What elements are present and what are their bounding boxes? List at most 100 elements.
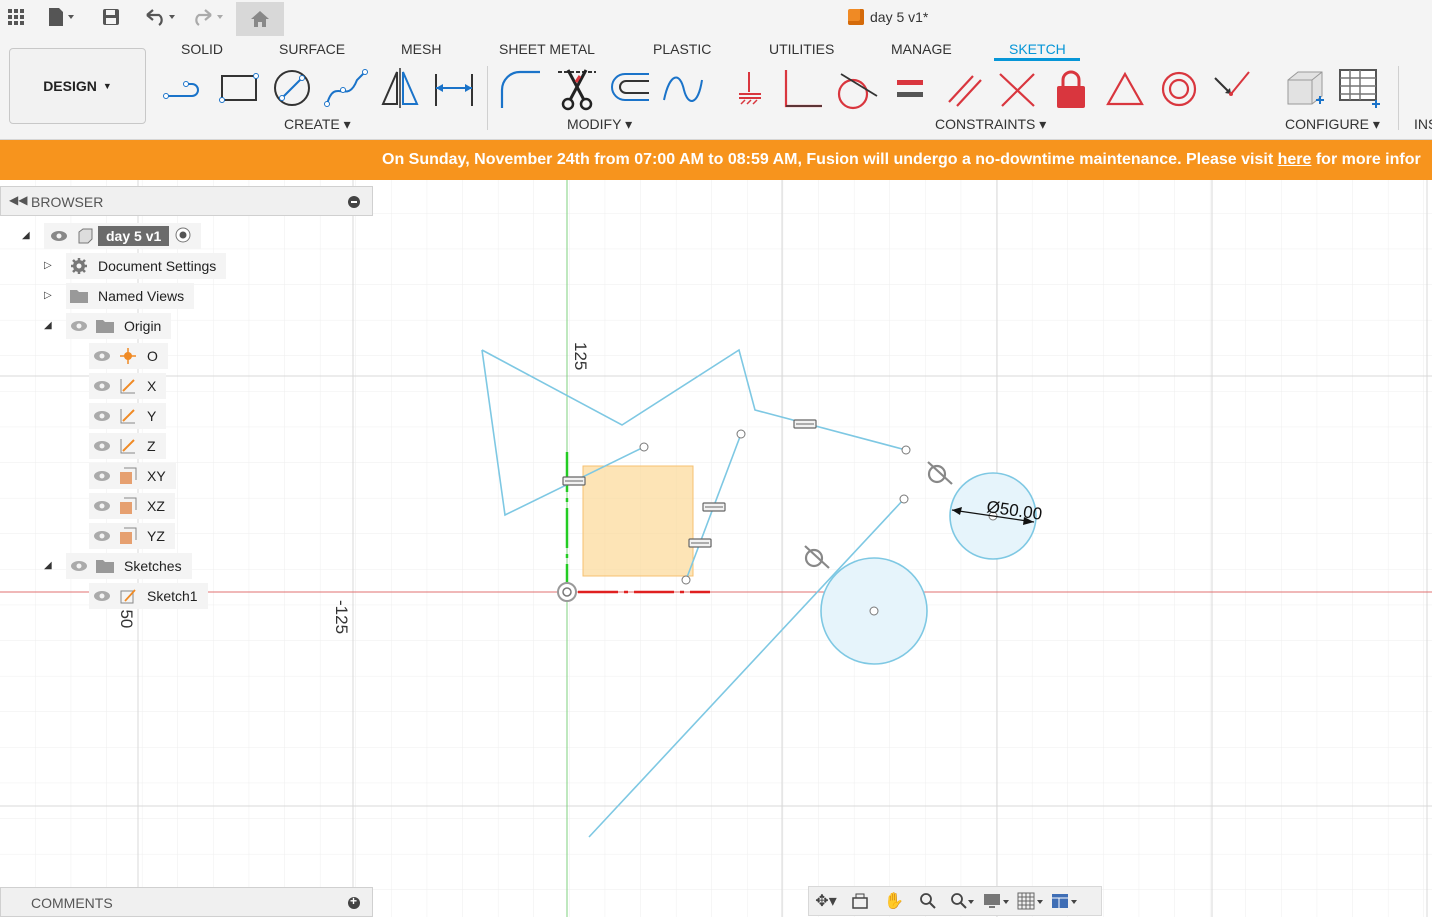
tangent-constraint-icon[interactable]: [833, 66, 879, 112]
midpoint-constraint-icon[interactable]: [1209, 66, 1255, 112]
active-radio-icon[interactable]: [175, 227, 191, 246]
collinear-constraint-icon[interactable]: [994, 66, 1040, 112]
tab-sheet-metal[interactable]: SHEET METAL: [499, 41, 595, 57]
expand-triangle-icon[interactable]: ◢: [22, 230, 30, 241]
browser-item-xz-plane[interactable]: XZ: [89, 493, 175, 519]
viewports-icon[interactable]: [1047, 888, 1081, 914]
tab-solid[interactable]: SOLID: [181, 41, 223, 57]
eye-icon[interactable]: [91, 495, 113, 517]
sketch-point[interactable]: [736, 429, 746, 439]
eye-icon[interactable]: [91, 585, 113, 607]
sketch-point[interactable]: [639, 442, 649, 452]
apps-grid-icon[interactable]: [6, 4, 26, 30]
tab-manage[interactable]: MANAGE: [891, 41, 952, 57]
zoom-icon[interactable]: [911, 888, 945, 914]
redo-icon[interactable]: [188, 4, 228, 30]
eye-icon[interactable]: [91, 465, 113, 487]
document-title-text: day 5 v1*: [870, 9, 929, 25]
circle-tool-icon[interactable]: [269, 66, 315, 112]
eye-icon[interactable]: [91, 375, 113, 397]
dimension-tool-icon[interactable]: [431, 66, 477, 112]
home-button[interactable]: [236, 2, 284, 36]
browser-item-y-axis[interactable]: Y: [89, 403, 167, 429]
sketch-curve-tool-icon[interactable]: [660, 66, 706, 112]
sketch-point[interactable]: [681, 575, 691, 585]
spline-tool-icon[interactable]: [323, 66, 369, 112]
eye-icon[interactable]: [91, 435, 113, 457]
comments-panel[interactable]: COMMENTS: [0, 887, 373, 917]
offset-tool-icon[interactable]: [607, 66, 653, 112]
configure-cube-icon[interactable]: [1282, 66, 1328, 112]
fillet-tool-icon[interactable]: [498, 66, 544, 112]
display-settings-icon[interactable]: [979, 888, 1013, 914]
tab-mesh[interactable]: MESH: [401, 41, 441, 57]
fit-zoom-icon[interactable]: [945, 888, 979, 914]
constraints-menu[interactable]: CONSTRAINTS ▾: [935, 116, 1046, 133]
browser-item-origin[interactable]: Origin: [66, 313, 172, 339]
sketch-point[interactable]: [901, 445, 911, 455]
mirror-tool-icon[interactable]: [377, 66, 423, 112]
rectangle-tool-icon[interactable]: [216, 66, 262, 112]
minimize-panel-button[interactable]: [348, 196, 360, 208]
grid-settings-icon[interactable]: [1013, 888, 1047, 914]
concentric-constraint-icon[interactable]: [1156, 66, 1202, 112]
browser-item-z-axis[interactable]: Z: [89, 433, 166, 459]
browser-item-xy-plane[interactable]: XY: [89, 463, 176, 489]
trim-tool-icon[interactable]: [554, 66, 600, 112]
pan-hand-icon[interactable]: ✋: [877, 888, 911, 914]
sketch-point[interactable]: [899, 494, 909, 504]
orbit-icon[interactable]: ✥▾: [809, 888, 843, 914]
eye-icon[interactable]: [91, 345, 113, 367]
save-icon[interactable]: [100, 4, 122, 30]
line-tool-icon[interactable]: [162, 66, 208, 112]
collapsed-triangle-icon[interactable]: ▷: [44, 260, 52, 271]
browser-panel-header[interactable]: ◀◀ BROWSER: [0, 186, 373, 216]
browser-root-item[interactable]: day 5 v1: [44, 223, 202, 249]
sketch-profile-fill[interactable]: [582, 465, 694, 577]
modify-menu[interactable]: MODIFY ▾: [567, 116, 632, 133]
sketch-canvas[interactable]: Ø50.00: [0, 180, 1432, 917]
browser-item-origin-point[interactable]: O: [89, 343, 168, 369]
browser-item-label: XY: [147, 468, 166, 484]
circle-center-point[interactable]: [869, 606, 879, 616]
browser-item-yz-plane[interactable]: YZ: [89, 523, 175, 549]
fix-lock-constraint-icon[interactable]: [1048, 66, 1094, 112]
expand-triangle-icon[interactable]: ◢: [44, 560, 52, 571]
tab-surface[interactable]: SURFACE: [279, 41, 345, 57]
create-menu[interactable]: CREATE ▾: [284, 116, 351, 133]
add-comment-button[interactable]: [348, 894, 360, 909]
file-icon[interactable]: [44, 4, 78, 30]
gear-icon: [68, 255, 90, 277]
eye-icon[interactable]: [91, 405, 113, 427]
tab-plastic[interactable]: PLASTIC: [653, 41, 711, 57]
look-at-icon[interactable]: [843, 888, 877, 914]
browser-item-x-axis[interactable]: X: [89, 373, 167, 399]
browser-item-document-settings[interactable]: Document Settings: [66, 253, 227, 279]
axis-label-left-inner: -125: [332, 600, 351, 635]
eye-icon[interactable]: [48, 225, 70, 247]
equal-constraint-icon[interactable]: [887, 66, 933, 112]
eye-icon[interactable]: [68, 555, 90, 577]
browser-item-sketches[interactable]: Sketches: [66, 553, 192, 579]
browser-item-label: Sketches: [124, 558, 182, 574]
expand-triangle-icon[interactable]: ◢: [44, 320, 52, 331]
tab-sketch[interactable]: SKETCH: [1009, 41, 1066, 57]
workspace-switcher[interactable]: DESIGN ▼: [9, 48, 146, 124]
tab-utilities[interactable]: UTILITIES: [769, 41, 834, 57]
eye-icon[interactable]: [91, 525, 113, 547]
folder-icon: [94, 315, 116, 337]
insert-menu[interactable]: INS: [1414, 116, 1432, 132]
collapsed-triangle-icon[interactable]: ▷: [44, 290, 52, 301]
undo-icon[interactable]: [140, 4, 180, 30]
browser-item-sketch1[interactable]: Sketch1: [89, 583, 208, 609]
configure-table-icon[interactable]: [1336, 66, 1382, 112]
banner-link[interactable]: here: [1278, 151, 1312, 168]
configure-menu[interactable]: CONFIGURE ▾: [1285, 116, 1380, 133]
browser-item-named-views[interactable]: Named Views: [66, 283, 195, 309]
parallel-constraint-icon[interactable]: [941, 66, 987, 112]
eye-icon[interactable]: [68, 315, 90, 337]
perpendicular-constraint-icon[interactable]: [780, 66, 826, 112]
triangle-constraint-icon[interactable]: [1102, 66, 1148, 112]
collapse-panel-icon[interactable]: ◀◀: [9, 193, 27, 207]
coincident-constraint-icon[interactable]: [727, 66, 773, 112]
